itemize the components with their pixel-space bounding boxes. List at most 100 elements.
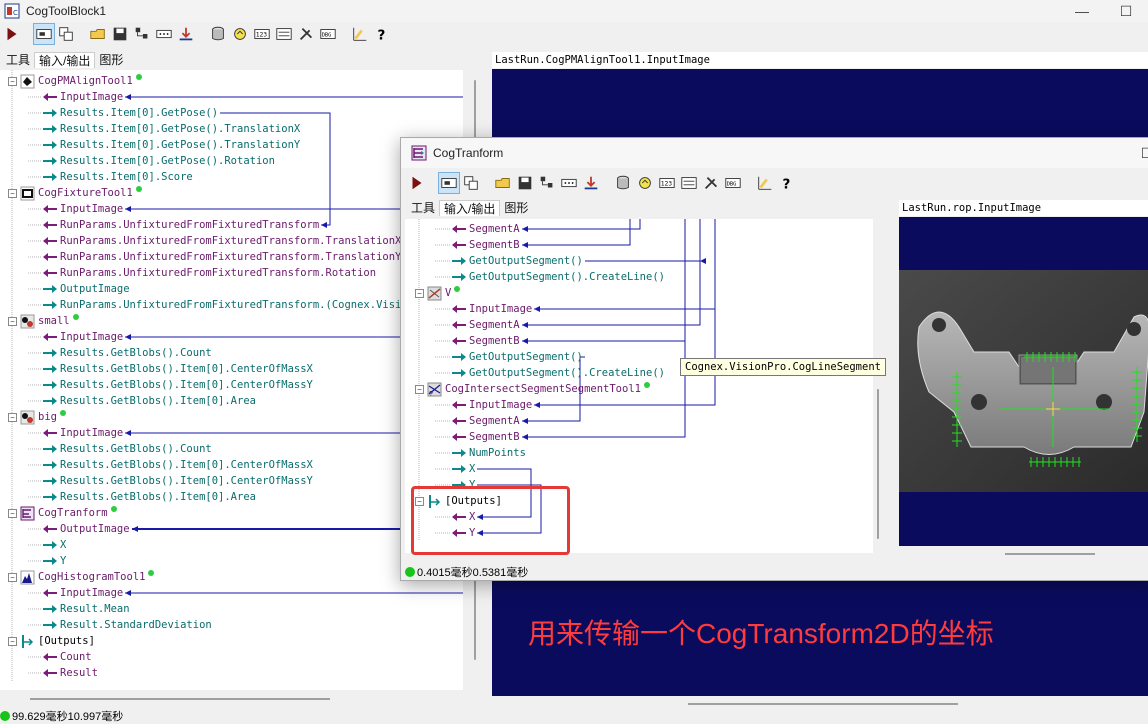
minimize-button[interactable]: — (1060, 0, 1104, 22)
main-tree-hscroll-thumb[interactable] (30, 698, 330, 700)
tree-input-terminal[interactable]: SegmentA (451, 221, 520, 237)
display-button[interactable] (438, 172, 460, 194)
tab-tools[interactable]: 工具 (2, 52, 34, 68)
help-button[interactable]: ? (372, 24, 392, 44)
open-folder-button[interactable] (88, 24, 108, 44)
refresh-button[interactable] (635, 173, 655, 193)
tree-input-terminal[interactable]: InputImage (42, 201, 123, 217)
dots-button[interactable] (154, 24, 174, 44)
tree-output-terminal[interactable]: Results.GetBlobs().Item[0].Area (42, 393, 256, 409)
tree-collapse-toggle[interactable]: − (8, 76, 17, 86)
tree-output-terminal[interactable]: RunParams.UnfixturedFromFixturedTransfor… (42, 297, 433, 313)
copy-button[interactable] (56, 24, 76, 44)
dialog-tree-vscroll[interactable] (873, 219, 887, 553)
tree-button[interactable] (132, 24, 152, 44)
tree-output-terminal[interactable]: Result.Mean (42, 601, 130, 617)
tree-input-terminal[interactable]: InputImage (451, 397, 532, 413)
tree-collapse-toggle[interactable]: − (8, 636, 17, 646)
dialog-tab-tools[interactable]: 工具 (407, 200, 439, 216)
tree-input-terminal[interactable]: RunParams.UnfixturedFromFixturedTransfor… (42, 265, 376, 281)
form-button[interactable] (679, 173, 699, 193)
tree-output-terminal[interactable]: GetOutputSegment() (451, 253, 583, 269)
tree-output-terminal[interactable]: Results.Item[0].GetPose().TranslationY (42, 137, 300, 153)
tree-output-terminal[interactable]: Results.GetBlobs().Item[0].CenterOfMassY (42, 473, 313, 489)
tree-output-terminal[interactable]: Results.GetBlobs().Count (42, 441, 212, 457)
tree-input-terminal[interactable]: InputImage (42, 585, 123, 601)
database-button[interactable] (613, 173, 633, 193)
dialog-maximize-button[interactable]: ☐ (1125, 138, 1148, 168)
tree-output-terminal[interactable]: GetOutputSegment() (451, 349, 583, 365)
tree-tool-node[interactable]: − big (8, 409, 66, 425)
tree-input-terminal[interactable]: RunParams.UnfixturedFromFixturedTransfor… (42, 249, 401, 265)
save-button[interactable] (110, 24, 130, 44)
script-button[interactable]: DBG (723, 173, 743, 193)
measure-button[interactable] (350, 24, 370, 44)
run-button[interactable] (407, 173, 427, 193)
tree-output-terminal[interactable]: Results.GetBlobs().Item[0].Area (42, 489, 256, 505)
open-folder-button[interactable] (493, 173, 513, 193)
run-button[interactable] (2, 24, 22, 44)
tree-input-terminal[interactable]: SegmentB (451, 429, 520, 445)
tree-output-terminal[interactable]: Results.Item[0].Score (42, 169, 193, 185)
tree-tool-node[interactable]: − small (8, 313, 79, 329)
tree-output-terminal[interactable]: Results.Item[0].GetPose().TranslationX (42, 121, 300, 137)
tree-input-terminal[interactable]: SegmentA (451, 413, 520, 429)
dialog-image-display[interactable] (899, 217, 1148, 546)
save-button[interactable] (515, 173, 535, 193)
tree-input-terminal[interactable]: SegmentB (451, 333, 520, 349)
tree-output-terminal[interactable]: Results.Item[0].GetPose().Rotation (42, 153, 275, 169)
dialog-image-hscroll-thumb[interactable] (1005, 553, 1095, 555)
tree-collapse-toggle[interactable]: − (8, 316, 17, 326)
tree-tool-node[interactable]: − CogFixtureTool1 (8, 185, 142, 201)
form-button[interactable] (274, 24, 294, 44)
main-io-tree[interactable]: − CogPMAlignTool1 InputImage Results.Item[0… (0, 70, 463, 690)
tools-button[interactable] (701, 173, 721, 193)
counter-button[interactable]: 123 (657, 173, 677, 193)
tree-input-terminal[interactable]: Result (42, 665, 98, 681)
tree-tool-node[interactable]: − CogHistogramTool1 (8, 569, 155, 585)
tree-tool-node[interactable]: − CogPMAlignTool1 (8, 73, 142, 89)
database-button[interactable] (208, 24, 228, 44)
refresh-button[interactable] (230, 24, 250, 44)
tree-tool-node[interactable]: − CogTranform (8, 505, 117, 521)
tree-input-terminal[interactable]: InputImage (451, 301, 532, 317)
tree-input-terminal[interactable]: OutputImage (42, 521, 130, 537)
tree-output-terminal[interactable]: OutputImage (42, 281, 130, 297)
tree-output-terminal[interactable]: X (42, 537, 66, 553)
tree-collapse-toggle[interactable]: − (8, 188, 17, 198)
dialog-tab-graphics[interactable]: 图形 (500, 200, 532, 216)
tree-output-terminal[interactable]: Y (42, 553, 66, 569)
tree-input-terminal[interactable]: RunParams.UnfixturedFromFixturedTransfor… (42, 233, 401, 249)
import-button[interactable] (176, 24, 196, 44)
counter-button[interactable]: 123 (252, 24, 272, 44)
tree-input-terminal[interactable]: InputImage (42, 329, 123, 345)
tree-collapse-toggle[interactable]: − (8, 508, 17, 518)
dialog-tab-io[interactable]: 输入/输出 (439, 200, 501, 216)
tree-output-terminal[interactable]: Results.Item[0].GetPose() (42, 105, 218, 121)
script-button[interactable]: DBG (318, 24, 338, 44)
dots-button[interactable] (559, 173, 579, 193)
tree-input-terminal[interactable]: InputImage (42, 425, 123, 441)
tree-output-terminal[interactable]: Result.StandardDeviation (42, 617, 212, 633)
tree-input-terminal[interactable]: SegmentB (451, 237, 520, 253)
tree-output-terminal[interactable]: Results.GetBlobs().Item[0].CenterOfMassX (42, 361, 313, 377)
tree-collapse-toggle[interactable]: − (8, 412, 17, 422)
tree-output-terminal[interactable]: NumPoints (451, 445, 526, 461)
help-button[interactable]: ? (777, 173, 797, 193)
tree-tool-node[interactable]: − V (415, 285, 461, 301)
tab-graphics[interactable]: 图形 (95, 52, 127, 68)
tree-input-terminal[interactable]: RunParams.UnfixturedFromFixturedTransfor… (42, 217, 319, 233)
import-button[interactable] (581, 173, 601, 193)
tree-input-terminal[interactable]: SegmentA (451, 317, 520, 333)
tree-collapse-toggle[interactable]: − (8, 572, 17, 582)
measure-button[interactable] (755, 173, 775, 193)
tab-io[interactable]: 输入/输出 (34, 52, 96, 68)
tree-collapse-toggle[interactable]: − (415, 384, 424, 394)
copy-button[interactable] (461, 173, 481, 193)
tree-collapse-toggle[interactable]: − (415, 288, 424, 298)
maximize-button[interactable]: ☐ (1104, 0, 1148, 22)
tree-button[interactable] (537, 173, 557, 193)
tree-tool-node[interactable]: −? CogIntersectSegmentSegmentTool1 (415, 381, 650, 397)
tree-output-terminal[interactable]: GetOutputSegment().CreateLine() (451, 269, 665, 285)
tools-button[interactable] (296, 24, 316, 44)
